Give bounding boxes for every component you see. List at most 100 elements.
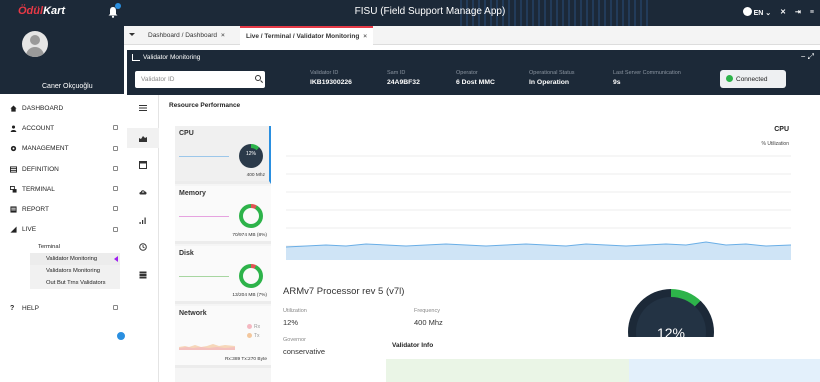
help-icon: ?: [10, 304, 15, 312]
panel-header: Validator Monitoring − ⤢: [127, 50, 820, 65]
gear-icon: [10, 146, 17, 152]
area-chart-icon: [139, 136, 147, 142]
chart-title: CPU: [774, 126, 789, 133]
close-icon[interactable]: ×: [363, 33, 367, 40]
rail-signal[interactable]: [127, 210, 159, 230]
list-icon: [10, 165, 17, 173]
view-rail: [127, 95, 159, 382]
avatar[interactable]: [22, 31, 48, 57]
stat-governor: Governor conservative: [283, 337, 326, 356]
sidebar: Caner Okçuoğlu DASHBOARD ACCOUNT MANAGEM…: [0, 26, 124, 382]
user-profile: Caner Okçuoğlu: [0, 26, 124, 94]
user-icon: [10, 125, 17, 132]
resource-card-memory[interactable]: Memory 70/974 MB (8%): [175, 186, 271, 244]
tab-validator-monitoring[interactable]: Live / Terminal / Validator Monitoring ×: [240, 26, 374, 45]
signal-icon: [10, 226, 17, 233]
info-sam-id: Sam ID 24A9BF32: [387, 70, 420, 86]
submenu-validator-monitoring[interactable]: Validator Monitoring: [30, 253, 120, 265]
notification-badge: [115, 3, 121, 9]
panel-controls: − ⤢: [801, 52, 814, 62]
resource-card-cpu[interactable]: CPU 12% 400 Mhz: [175, 126, 271, 184]
language-selector[interactable]: EN ⌄: [742, 7, 771, 17]
expand-icon[interactable]: ⤢: [808, 52, 814, 61]
expand-icon: [113, 125, 118, 131]
sidebar-item-live[interactable]: LIVE: [0, 220, 124, 240]
sidebar-item-report[interactable]: REPORT: [0, 199, 124, 219]
cpu-usage-ring: 12%: [239, 144, 263, 168]
status-dot: [726, 75, 733, 82]
expand-icon: [113, 305, 118, 310]
sidebar-item-help[interactable]: ? HELP: [0, 298, 124, 318]
sidebar-item-dashboard[interactable]: DASHBOARD: [0, 98, 124, 118]
home-icon: [10, 105, 17, 112]
disk-sparkline: [179, 276, 229, 277]
tools-icon[interactable]: ✕: [780, 8, 786, 16]
info-validator-id: Validator ID IKB19300226: [310, 70, 352, 86]
validator-info-bar: Validator ID IKB19300226 Sam ID 24A9BF32…: [127, 65, 820, 95]
app-title: FISU (Field Support Manage App): [354, 6, 506, 17]
connection-status-badge: Connected: [720, 70, 786, 88]
logout-icon[interactable]: ⇥: [795, 8, 801, 16]
section-title: Resource Performance: [169, 102, 241, 109]
info-operator: Operator 6 Dost MMC: [456, 70, 495, 86]
sidebar-item-definition[interactable]: DEFINITION: [0, 159, 124, 179]
network-sparkline: [179, 344, 235, 350]
stat-utilization: Utilization 12%: [283, 308, 307, 327]
submenu-validators-monitoring[interactable]: Validators Monitoring: [30, 265, 120, 277]
expand-icon: [113, 186, 118, 192]
list-icon: [139, 271, 147, 279]
validator-info-strip: [386, 359, 820, 382]
rail-history[interactable]: [127, 237, 159, 257]
chart-icon: [132, 54, 140, 61]
chart-subtitle: % Utilization: [761, 141, 789, 147]
tabs-dropdown-icon[interactable]: [129, 33, 135, 36]
settings-fab-icon[interactable]: [115, 330, 127, 342]
expand-icon: [113, 145, 118, 151]
rail-cloud[interactable]: [127, 182, 159, 202]
cloud-upload-icon: [139, 190, 147, 195]
globe-icon: [742, 7, 752, 16]
chart-plot: [286, 155, 791, 260]
memory-sparkline: [179, 216, 229, 217]
header-actions: EN ⌄ ✕ ⇥ ≡: [742, 7, 814, 17]
close-icon[interactable]: ×: [221, 32, 225, 39]
stat-frequency: Frequency 400 Mhz: [414, 308, 443, 327]
hamburger-icon: [139, 105, 147, 111]
user-name: Caner Okçuoğlu: [42, 83, 93, 90]
cpu-sparkline: [179, 156, 229, 157]
tab-bar: Dashboard / Dashboard × Live / Terminal /…: [124, 26, 820, 45]
active-indicator: [114, 256, 118, 262]
terminal-icon: [10, 185, 17, 193]
validator-id-input[interactable]: [135, 71, 265, 88]
brand-logo[interactable]: ÖdülKart: [18, 5, 65, 17]
submenu-out-but-trns-validators[interactable]: Out But Trns Validators: [30, 277, 120, 289]
submenu-terminal[interactable]: Terminal: [30, 241, 120, 253]
rail-list[interactable]: [127, 265, 159, 285]
rail-window[interactable]: [127, 155, 159, 175]
search-icon[interactable]: [255, 75, 261, 81]
window-icon: [139, 161, 147, 169]
minimize-icon[interactable]: −: [801, 52, 806, 61]
sidebar-item-terminal[interactable]: TERMINAL: [0, 179, 124, 199]
info-last-communication: Last Server Communication 9s: [613, 70, 681, 86]
disk-usage-ring: [239, 264, 263, 288]
processor-name: ARMv7 Processor rev 5 (v7l): [283, 286, 405, 297]
expand-icon: [113, 206, 118, 212]
resource-card-disk[interactable]: Disk 13/204 MB (7%): [175, 246, 271, 304]
collapse-icon: [113, 226, 118, 232]
rail-performance[interactable]: [127, 128, 159, 148]
clock-icon: [139, 243, 147, 251]
rail-menu[interactable]: [127, 98, 159, 118]
sidebar-item-management[interactable]: MANAGEMENT: [0, 139, 124, 159]
tab-dashboard[interactable]: Dashboard / Dashboard ×: [142, 26, 231, 45]
menu-icon[interactable]: ≡: [810, 9, 814, 16]
sidebar-item-account[interactable]: ACCOUNT: [0, 118, 124, 138]
resource-card-network[interactable]: Network Rx Tx Rx:389 Tx:270 Byte: [175, 306, 271, 368]
top-bar: ÖdülKart FISU (Field Support Manage App)…: [0, 0, 820, 26]
resource-list: CPU 12% 400 Mhz Memory 70/974 MB (8%) Di…: [175, 126, 271, 382]
validator-info-title: Validator Info: [386, 337, 820, 359]
sidebar-nav: DASHBOARD ACCOUNT MANAGEMENT DEFINITION …: [0, 98, 124, 240]
live-submenu: Terminal Validator Monitoring Validators…: [30, 241, 120, 289]
memory-usage-ring: [239, 204, 263, 228]
signal-bars-icon: [139, 217, 146, 224]
